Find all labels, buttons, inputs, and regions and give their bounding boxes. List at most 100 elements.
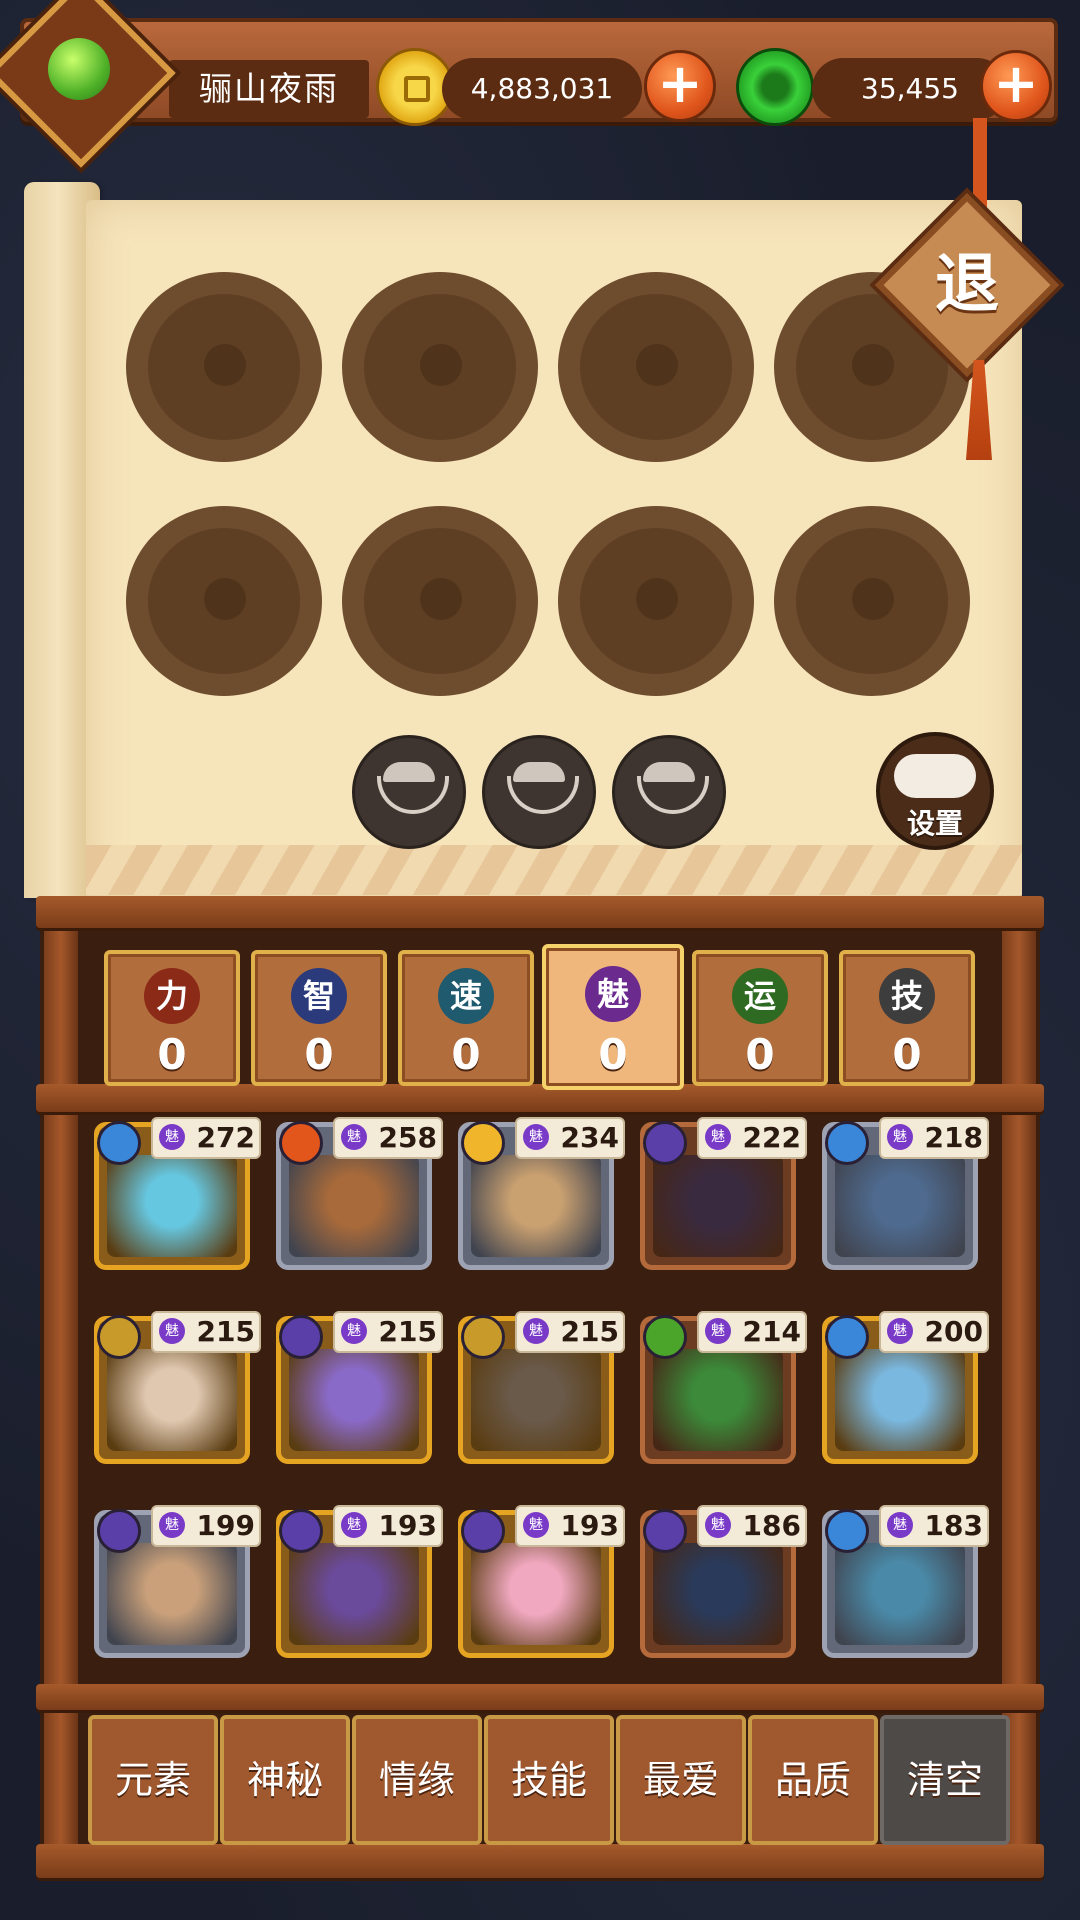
charm-icon: 魅 [523,1124,549,1150]
water-element-icon [97,1121,141,1165]
hero-card[interactable]: 魅 215 [458,1311,625,1464]
cabinet-bottom-beam [36,1844,1044,1878]
rice-bowl-icon[interactable] [352,735,466,849]
hero-card[interactable]: 魅 214 [640,1311,807,1464]
charm-icon: 魅 [523,1512,549,1538]
hero-card[interactable]: 魅 183 [822,1505,989,1658]
luck-icon: 运 [732,968,788,1024]
settings-button[interactable]: 设置 [876,732,994,850]
stat-speed[interactable]: 速 0 [398,950,534,1086]
hero-portrait [835,1155,965,1257]
intellect-icon: 智 [291,968,347,1024]
hero-portrait [653,1543,783,1645]
charm-badge: 魅 193 [333,1505,443,1547]
moon-element-icon [97,1509,141,1553]
hero-card[interactable]: 魅 218 [822,1117,989,1270]
cabinet-top-beam [36,896,1044,928]
charm-badge: 魅 186 [697,1505,807,1547]
hero-card[interactable]: 魅 193 [276,1505,443,1658]
hero-slot-7[interactable] [558,506,754,696]
hero-slot-5[interactable] [126,506,322,696]
sun-element-icon [461,1121,505,1165]
hero-portrait [289,1155,419,1257]
hero-portrait [653,1155,783,1257]
charm-badge: 魅 215 [515,1311,625,1353]
stat-charm[interactable]: 魅 0 [542,944,684,1090]
charm-badge: 魅 193 [515,1505,625,1547]
earth-element-icon [461,1315,505,1359]
hero-card[interactable]: 魅 186 [640,1505,807,1658]
hero-portrait [653,1349,783,1451]
filter-mystic-button[interactable]: 神秘 [220,1715,350,1845]
stat-luck[interactable]: 运 0 [692,950,828,1086]
top-bar: 骊山夜雨 4,883,031 + 35,455 + [20,18,1058,126]
charm-value: 214 [742,1315,801,1348]
hero-card[interactable]: 魅 215 [276,1311,443,1464]
hero-slot-8[interactable] [774,506,970,696]
hero-card[interactable]: 魅 199 [94,1505,261,1658]
water-element-icon [825,1315,869,1359]
clear-button[interactable]: 清空 [880,1715,1010,1845]
stat-strength[interactable]: 力 0 [104,950,240,1086]
hero-slot-2[interactable] [342,272,538,462]
charm-value: 258 [378,1121,437,1154]
stat-skill[interactable]: 技 0 [839,950,975,1086]
charm-value: 215 [378,1315,437,1348]
hero-card[interactable]: 魅 222 [640,1117,807,1270]
filter-quality-button[interactable]: 品质 [748,1715,878,1845]
hero-card[interactable]: 魅 200 [822,1311,989,1464]
charm-icon: 魅 [705,1512,731,1538]
hero-card[interactable]: 魅 215 [94,1311,261,1464]
moon-element-icon [643,1509,687,1553]
charm-badge: 魅 199 [151,1505,261,1547]
filter-element-button[interactable]: 元素 [88,1715,218,1845]
settings-label: 设置 [906,807,963,840]
filter-bond-button[interactable]: 情缘 [352,1715,482,1845]
stat-value: 0 [892,1030,922,1079]
charm-badge: 魅 200 [879,1311,989,1353]
stat-value: 0 [745,1030,775,1079]
hero-portrait [107,1155,237,1257]
charm-value: 186 [742,1509,801,1542]
hero-slot-1[interactable] [126,272,322,462]
add-coins-button[interactable]: + [644,50,716,122]
moon-element-icon [279,1315,323,1359]
hero-slot-3[interactable] [558,272,754,462]
filter-favorite-button[interactable]: 最爱 [616,1715,746,1845]
moon-element-icon [643,1121,687,1165]
charm-icon: 魅 [523,1318,549,1344]
coin-count: 4,883,031 [442,58,642,120]
hero-portrait [289,1349,419,1451]
rice-bowl-icon[interactable] [482,735,596,849]
hero-card[interactable]: 魅 258 [276,1117,443,1270]
jade-count: 35,455 [812,58,1008,120]
earth-element-icon [97,1315,141,1359]
charm-value: 272 [196,1121,255,1154]
charm-badge: 魅 234 [515,1117,625,1159]
rice-bowl-icon[interactable] [612,735,726,849]
hero-slot-6[interactable] [342,506,538,696]
stat-intellect[interactable]: 智 0 [251,950,387,1086]
hero-portrait [835,1543,965,1645]
charm-icon: 魅 [341,1124,367,1150]
charm-value: 193 [378,1509,437,1542]
moon-element-icon [461,1509,505,1553]
hero-card[interactable]: 魅 193 [458,1505,625,1658]
add-jade-button[interactable]: + [980,50,1052,122]
hero-portrait [835,1349,965,1451]
hero-card[interactable]: 魅 272 [94,1117,261,1270]
fire-element-icon [279,1121,323,1165]
moon-element-icon [279,1509,323,1553]
charm-value: 183 [924,1509,983,1542]
stat-value: 0 [157,1030,187,1079]
charm-value: 222 [742,1121,801,1154]
jade-dragon-icon [48,38,110,100]
gamepad-icon [894,754,976,798]
cabinet-shelf [36,1684,1044,1710]
charm-icon: 魅 [159,1124,185,1150]
stat-value: 0 [598,1030,628,1079]
hero-card[interactable]: 魅 234 [458,1117,625,1270]
filter-skill-button[interactable]: 技能 [484,1715,614,1845]
hero-portrait [471,1155,601,1257]
charm-value: 218 [924,1121,983,1154]
